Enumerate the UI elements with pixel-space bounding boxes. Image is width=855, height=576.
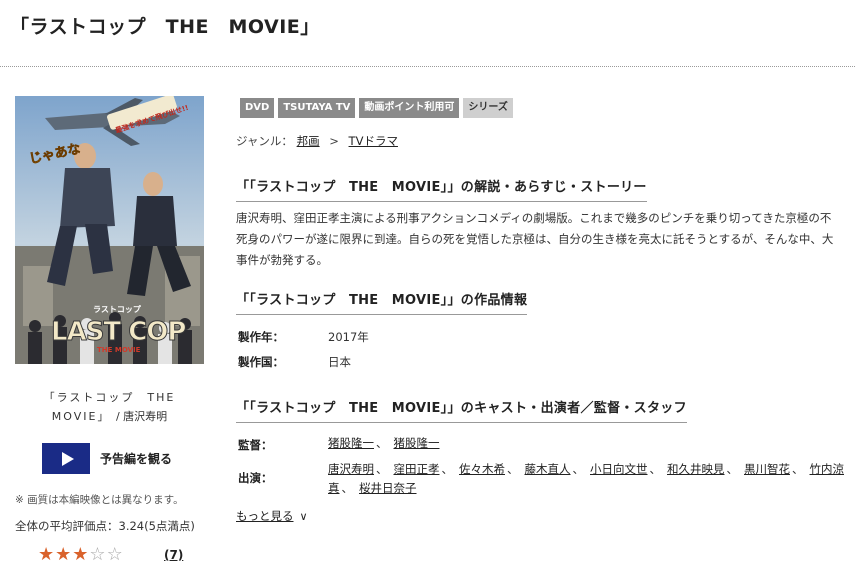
year-value: 2017年 xyxy=(328,330,369,344)
director-link[interactable]: 猪股隆一 xyxy=(394,436,440,450)
cast-link[interactable]: 藤木直人 xyxy=(525,462,571,476)
director-list: 猪股隆一、猪股隆一 xyxy=(328,436,440,450)
poster-logo-small: ラストコップ xyxy=(93,304,142,314)
trailer-play-button[interactable] xyxy=(42,443,90,474)
show-more-link[interactable]: もっと見る ∨ xyxy=(236,508,308,524)
cast-link[interactable]: 和久井映見 xyxy=(667,462,725,476)
caption-artist: / 唐沢寿明 xyxy=(115,410,168,423)
genre-label: ジャンル： xyxy=(236,134,293,148)
genre-link-tvdrama[interactable]: TVドラマ xyxy=(349,134,398,148)
star-empty-icon: ☆ xyxy=(89,544,107,565)
chevron-down-icon: ∨ xyxy=(299,510,308,523)
info-heading: 「「ラストコップ THE MOVIE」」の作品情報 xyxy=(236,289,528,315)
tag-tsutaya-tv: TSUTAYA TV xyxy=(278,98,356,118)
director-label: 監督： xyxy=(238,438,273,452)
year-label: 製作年： xyxy=(238,330,284,344)
cast-link[interactable]: 桜井日奈子 xyxy=(359,481,417,495)
rating-summary: 全体の平均評価点：3.24(5点満点) xyxy=(15,519,195,533)
country-label: 製作国： xyxy=(238,355,284,369)
poster-logo-sub: THE MOVIE xyxy=(97,346,141,354)
tag-dvd: DVD xyxy=(240,98,275,118)
tag-series[interactable]: シリーズ xyxy=(463,98,513,118)
star-filled-icon: ★ xyxy=(72,544,90,565)
star-empty-icon: ☆ xyxy=(106,544,124,565)
director-link[interactable]: 猪股隆一 xyxy=(328,436,374,450)
cast-label: 出演： xyxy=(238,471,273,485)
tag-list: DVD TSUTAYA TV 動画ポイント利用可 シリーズ xyxy=(240,98,513,118)
genre-separator: > xyxy=(329,134,339,148)
poster-logo-main: LAST COP xyxy=(51,317,185,347)
show-more-label: もっと見る xyxy=(236,509,294,523)
title-divider xyxy=(0,66,855,67)
rating-stars: ★★★☆☆ xyxy=(38,545,124,565)
poster-image[interactable]: 最強を求めて飛び出せ!! じゃあな ラストコップ LAST COP THE MO… xyxy=(15,96,204,364)
country-value: 日本 xyxy=(328,355,351,369)
quality-note: ※ 画質は本編映像とは異なります。 xyxy=(15,494,184,506)
trailer-label[interactable]: 予告編を観る xyxy=(100,450,172,467)
genre-link-hougaku[interactable]: 邦画 xyxy=(297,134,320,148)
star-filled-icon: ★ xyxy=(55,544,73,565)
cast-list: 唐沢寿明、窪田正孝、佐々木希、藤木直人、小日向文世、和久井映見、黒川智花、竹内涼… xyxy=(328,462,844,495)
cast-link[interactable]: 黒川智花 xyxy=(744,462,790,476)
cast-heading: 「「ラストコップ THE MOVIE」」のキャスト・出演者／監督・スタッフ xyxy=(236,397,687,423)
cast-link[interactable]: 窪田正孝 xyxy=(394,462,440,476)
tag-point: 動画ポイント利用可 xyxy=(359,98,460,118)
genre-breadcrumb: ジャンル： 邦画 > TVドラマ xyxy=(236,133,398,149)
synopsis-text: 唐沢寿明、窪田正孝主演による刑事アクションコメディの劇場版。これまで幾多のピンチ… xyxy=(236,211,834,267)
synopsis-heading: 「「ラストコップ THE MOVIE」」の解説・あらすじ・ストーリー xyxy=(236,176,647,202)
cast-link[interactable]: 小日向文世 xyxy=(590,462,648,476)
poster-caption: 「ラストコップ THE MOVIE」 / 唐沢寿明 xyxy=(15,388,204,426)
cast-link[interactable]: 佐々木希 xyxy=(459,462,505,476)
page-title: 「ラストコップ THE MOVIE」 xyxy=(10,16,320,38)
review-count-link[interactable]: (7) xyxy=(164,548,183,562)
play-icon xyxy=(61,451,74,466)
star-filled-icon: ★ xyxy=(38,544,56,565)
cast-link[interactable]: 唐沢寿明 xyxy=(328,462,374,476)
